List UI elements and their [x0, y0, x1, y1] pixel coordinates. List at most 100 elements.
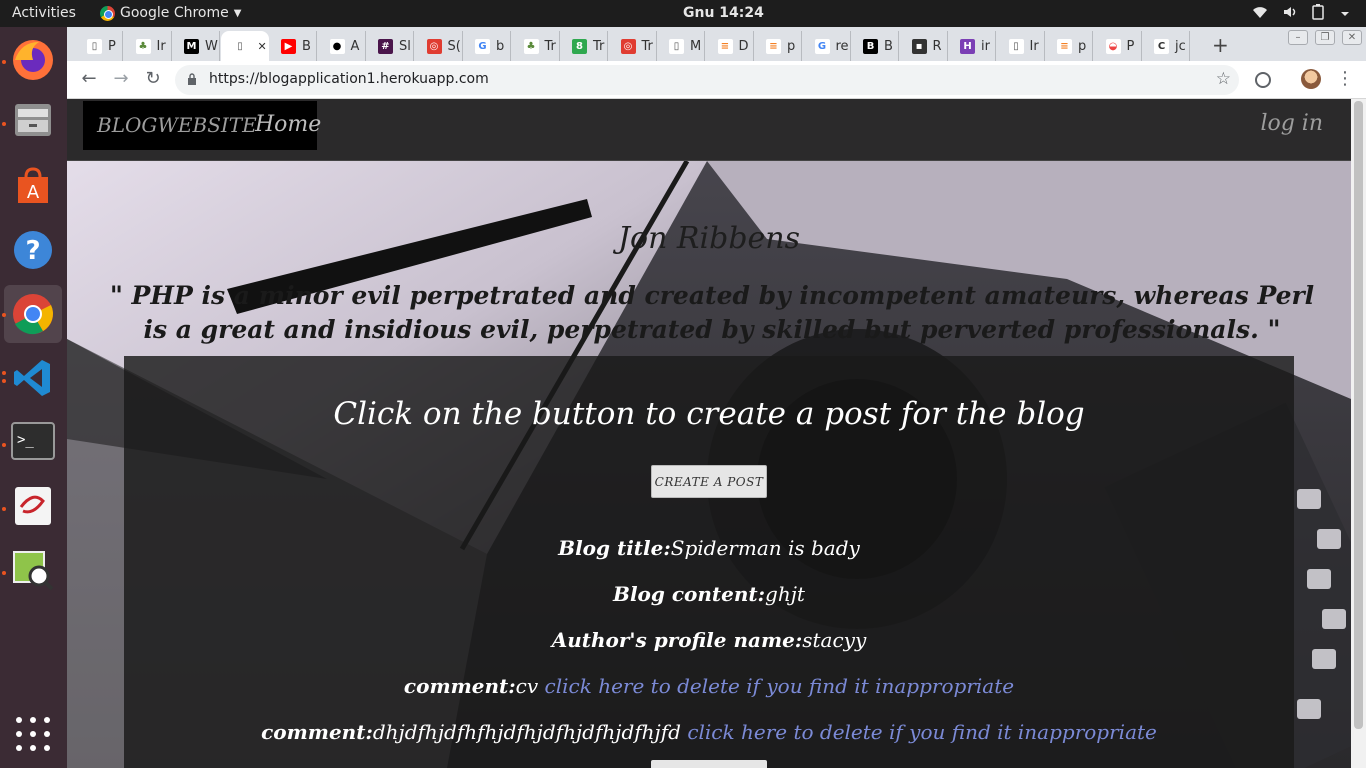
site-navbar: BLOGWEBSITE Home log in — [67, 99, 1351, 161]
tab-label: jc — [1175, 38, 1186, 54]
browser-tab[interactable]: ▯ P — [75, 31, 123, 61]
profile-avatar[interactable] — [1301, 69, 1321, 89]
browser-tab[interactable]: Gb — [463, 31, 511, 61]
back-button[interactable]: ← — [77, 68, 101, 89]
browser-tab[interactable]: ▯ Ir — [997, 31, 1045, 61]
dock-firefox[interactable] — [4, 31, 62, 89]
page-viewport: BLOGWEBSITE Home log in Jon Ribbens " PH… — [67, 99, 1351, 768]
tab-label: B — [884, 38, 893, 54]
comment-row: comment:cv click here to delete if you f… — [124, 674, 1294, 698]
volume-icon — [1284, 7, 1296, 17]
power-menu-icon — [1341, 12, 1349, 16]
dock-terminal[interactable]: >_ — [4, 413, 62, 471]
doc-icon: ▯ — [1008, 38, 1024, 54]
address-bar[interactable]: https://blogapplication1.herokuapp.com ☆ — [175, 65, 1239, 95]
dock-help[interactable]: ? — [4, 221, 62, 279]
browser-tab[interactable]: ● A — [318, 31, 366, 61]
nav-home-link[interactable]: Home — [255, 112, 321, 137]
browser-tab[interactable]: ♣ Tr — [512, 31, 560, 61]
browser-tab[interactable]: MW — [172, 31, 220, 61]
running-indicator — [2, 443, 6, 447]
tab-label: M — [690, 38, 702, 54]
activities-button[interactable]: Activities — [12, 5, 76, 21]
stack-icon: ≡ — [766, 38, 781, 54]
clock[interactable]: Gnu 14:24 — [683, 5, 764, 21]
browser-tab[interactable]: ▶ B — [269, 31, 317, 61]
browser-tab[interactable]: Gre — [803, 31, 851, 61]
software-center-icon: A — [18, 167, 48, 203]
tab-label: ir — [981, 38, 990, 54]
browser-tab[interactable]: ▯ ✕ — [220, 31, 269, 61]
browser-tab[interactable]: ▪ R — [900, 31, 948, 61]
browser-tab[interactable]: BB — [851, 31, 899, 61]
lock-icon — [188, 73, 196, 85]
close-window-button[interactable]: ✕ — [1342, 30, 1362, 45]
quote-text: " PHP is a minor evil perpetrated and cr… — [109, 281, 1315, 344]
browser-tab[interactable]: ▯ M — [657, 31, 705, 61]
dock-chrome[interactable] — [4, 285, 62, 343]
dock-vscode[interactable] — [4, 349, 62, 407]
film-icon: ▪ — [911, 38, 927, 54]
red-square-icon: ◎ — [620, 38, 636, 54]
show-applications-button[interactable] — [16, 717, 50, 751]
dock-document-viewer[interactable] — [4, 477, 62, 535]
browser-tab[interactable]: ≡ p — [754, 31, 802, 61]
dock-image-viewer[interactable] — [4, 541, 62, 599]
app-menu-label: Google Chrome — [120, 5, 229, 21]
google-icon: G — [814, 38, 830, 54]
new-tab-button[interactable]: + — [1212, 33, 1229, 57]
page-scrollbar[interactable] — [1351, 99, 1366, 768]
running-indicator — [2, 313, 6, 317]
app-menu[interactable]: Google Chrome ▼ — [100, 5, 241, 21]
svg-text:A: A — [27, 182, 40, 203]
tab-label: Tr — [544, 38, 556, 54]
partial-button[interactable] — [651, 760, 767, 768]
site-brand-link[interactable]: BLOGWEBSITE — [97, 113, 257, 137]
tab-label: S( — [447, 38, 461, 54]
comment-text: dhjdfhjdfhfhjdfhjdfhjdfhjdfhjfd — [372, 720, 681, 744]
bookmark-star-icon[interactable]: ☆ — [1216, 69, 1231, 89]
comment-text: cv — [515, 674, 539, 698]
extension-icon[interactable] — [1255, 72, 1271, 88]
browser-tab[interactable]: ≡ D — [706, 31, 754, 61]
create-post-button[interactable]: CREATE A POST — [651, 465, 767, 498]
tab-label: R — [932, 38, 942, 54]
forward-button[interactable]: → — [109, 68, 133, 89]
browser-tab[interactable]: ≡ p — [1045, 31, 1093, 61]
browser-tab[interactable]: 8 Tr — [560, 31, 608, 61]
tree-icon: ♣ — [523, 38, 539, 54]
browser-tab[interactable]: ◎ Tr — [609, 31, 657, 61]
system-top-bar: Activities Google Chrome ▼ Gnu 14:24 — [0, 0, 1366, 27]
delete-comment-link[interactable]: click here to delete if you find it inap… — [687, 720, 1157, 744]
browser-tab[interactable]: Cjc — [1142, 31, 1190, 61]
medium-icon: M — [184, 38, 199, 54]
close-tab-icon[interactable]: ✕ — [258, 40, 267, 53]
chrome-menu-button[interactable]: ⋮ — [1333, 68, 1357, 89]
tab-label: W — [205, 38, 218, 54]
post-content-label: Blog content: — [613, 582, 766, 606]
browser-tab[interactable]: ◒ P — [1094, 31, 1142, 61]
scrollbar-thumb[interactable] — [1354, 101, 1363, 729]
system-tray[interactable] — [1252, 4, 1352, 20]
tab-label: Sl — [399, 38, 411, 54]
red-square-icon: ◎ — [426, 38, 442, 54]
delete-comment-link[interactable]: click here to delete if you find it inap… — [545, 674, 1015, 698]
maximize-button[interactable]: ❐ — [1315, 30, 1335, 45]
dock-software-center[interactable]: A — [4, 157, 62, 215]
github-icon: ● — [329, 38, 345, 54]
browser-tab[interactable]: ♣ Ir — [124, 31, 172, 61]
firefox-icon — [13, 40, 53, 80]
dock-files[interactable] — [4, 91, 62, 149]
login-link[interactable]: log in — [1260, 111, 1323, 136]
browser-tab[interactable]: # Sl — [366, 31, 414, 61]
browser-tab[interactable]: Hir — [948, 31, 996, 61]
terminal-icon: >_ — [11, 422, 55, 460]
chrome-icon — [13, 294, 53, 335]
google-icon: G — [475, 38, 490, 54]
browser-tab[interactable]: ◎ S( — [415, 31, 463, 61]
minimize-button[interactable]: – — [1288, 30, 1308, 45]
vscode-icon — [14, 360, 50, 396]
reload-button[interactable]: ↻ — [141, 68, 165, 89]
post-content-row: Blog content:ghjt — [124, 582, 1294, 606]
post-content-value: ghjt — [765, 582, 805, 606]
